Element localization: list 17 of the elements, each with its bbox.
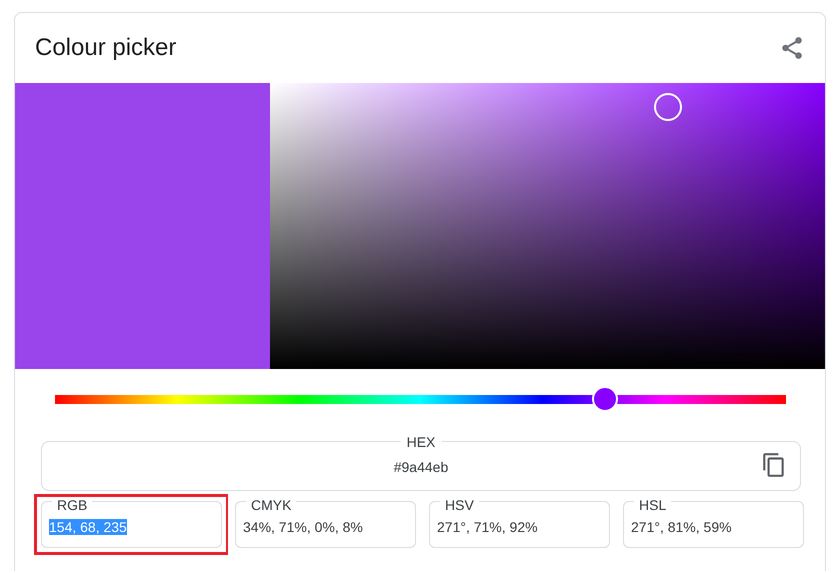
copy-icon[interactable] bbox=[761, 452, 787, 478]
colour-value-field[interactable]: CMYK 34%, 71%, 0%, 8% bbox=[235, 501, 416, 548]
field-label: HSL bbox=[634, 498, 672, 514]
field-value: 34%, 71%, 0%, 8% bbox=[243, 519, 363, 535]
field-label: CMYK bbox=[246, 498, 296, 514]
colour-gradient[interactable] bbox=[270, 83, 825, 369]
colour-value-field[interactable]: RGB 154, 68, 235 bbox=[41, 501, 222, 548]
colour-value-field[interactable]: HSV 271°, 71%, 92% bbox=[429, 501, 610, 548]
field-value: 271°, 81%, 59% bbox=[631, 519, 732, 535]
colour-value-field[interactable]: HSL 271°, 81%, 59% bbox=[623, 501, 804, 548]
field-label: RGB bbox=[52, 498, 92, 514]
field-value: 154, 68, 235 bbox=[49, 519, 127, 535]
picker-cursor[interactable] bbox=[654, 93, 682, 121]
field-value: 271°, 71%, 92% bbox=[437, 519, 538, 535]
field-label: HSV bbox=[440, 498, 479, 514]
card-title: Colour picker bbox=[35, 34, 176, 62]
field-value: #9a44eb bbox=[394, 458, 448, 477]
